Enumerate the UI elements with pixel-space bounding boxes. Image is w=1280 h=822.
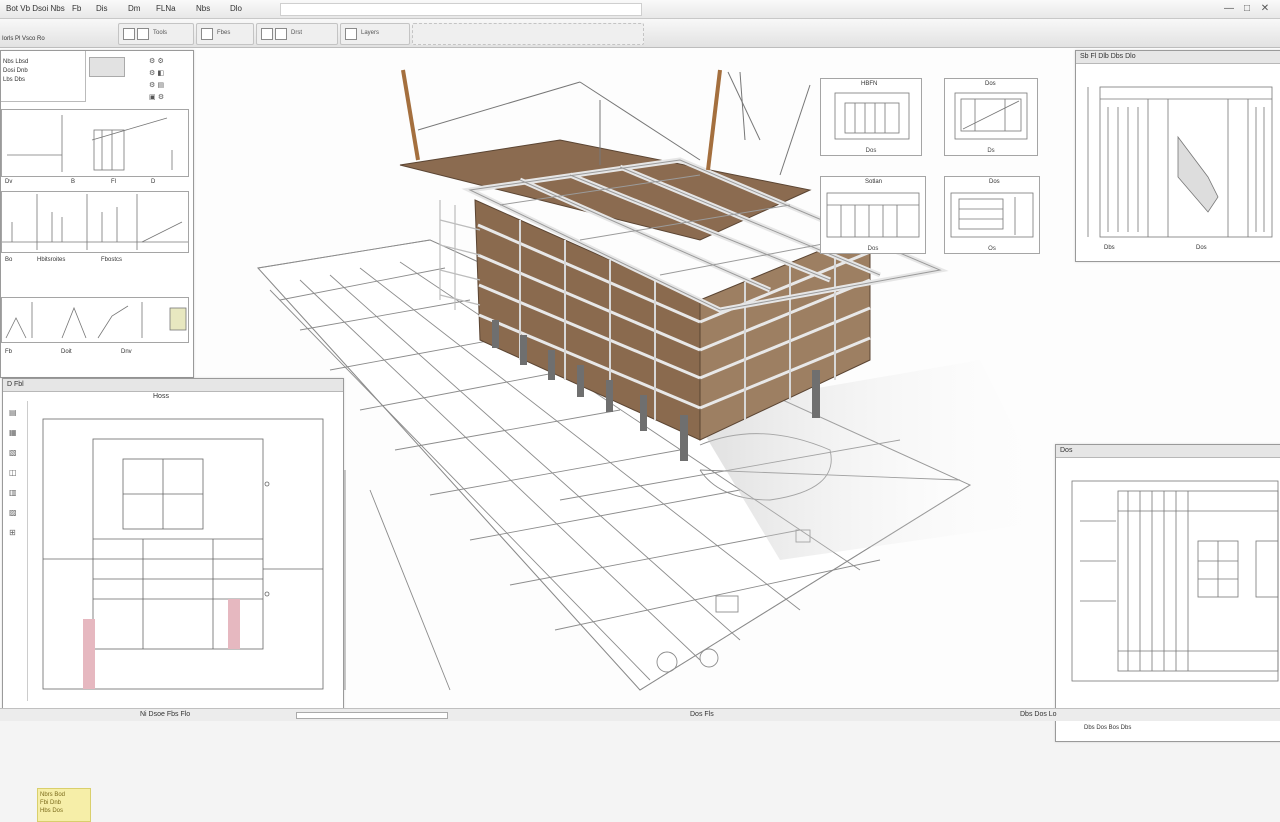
section-preview-1[interactable] [1, 109, 189, 177]
thumbnail-caption: Dos [865, 148, 877, 154]
preview-footer: Dv B Fl D [5, 179, 156, 185]
svg-text:⚙ ◧: ⚙ ◧ [149, 69, 164, 77]
window-title: Sb Fl Dlb Dbs Dlo [1076, 51, 1280, 64]
toolbar-group-label: Layers [361, 30, 380, 36]
svg-text:▦: ▦ [9, 428, 17, 437]
toolbar-group-empty [412, 23, 644, 45]
toolbar-group-fbes[interactable]: Fbes [196, 23, 254, 45]
status-left: Ni Dsoe Fbs Flo [140, 711, 191, 718]
toolbar-group-label: Fbes [217, 30, 231, 36]
menu-item-dis[interactable]: Dis [96, 4, 108, 13]
close-icon[interactable]: ✕ [1258, 2, 1272, 15]
thumbnail-caption: Ds [987, 148, 995, 154]
detail-window[interactable]: Dos Dbs Dos Bos Dbs [1055, 444, 1280, 742]
svg-text:▨: ▨ [9, 508, 17, 517]
maximize-icon[interactable]: □ [1240, 2, 1254, 15]
properties-panel: Nbs Lbsd Dosi Dnb Lbs Dbs ⚙ ⚙ ⚙ ◧ ⚙ ▤ ▣ ⚙ [0, 50, 194, 378]
move-icon[interactable] [137, 28, 149, 40]
property-row: Dosi Dnb [3, 68, 28, 74]
property-list: Nbs Lbsd Dosi Dnb Lbs Dbs [1, 51, 86, 102]
thumbnail-title: Dos [985, 81, 996, 87]
svg-text:▥: ▥ [9, 488, 17, 497]
menu-item-file[interactable]: Bot Vb Dsoi Nbs [6, 4, 65, 13]
notes-box[interactable]: Nbrs Bod Fbi Dnb Hbs Dos [37, 788, 91, 822]
menu-bar: Bot Vb Dsoi Nbs Fb Dis Dm FLNa Nbs Dlo —… [0, 0, 1280, 19]
minimize-icon[interactable]: — [1222, 2, 1236, 15]
svg-text:▤: ▤ [9, 408, 17, 417]
note-line: Fbi Dnb [40, 800, 62, 806]
note-line: Nbrs Bod [40, 792, 66, 798]
window-title: Dos [1056, 445, 1280, 458]
bottom-labels: Fb Doit Dnv [5, 349, 132, 355]
property-row: Lbs Dbs [3, 77, 26, 83]
panel-footer-right: Dos [1196, 245, 1207, 251]
thumbnail-caption: Os [988, 246, 996, 252]
panel-footer: Dbs Dos Bos Dbs [1084, 725, 1132, 731]
layers-icon[interactable] [345, 28, 357, 40]
thumbnail-title: Dos [989, 179, 1000, 185]
status-bar: Ni Dsoe Fbs Flo Dos Fls Dbs Dos Lo [0, 708, 1280, 721]
svg-text:⚙ ⚙: ⚙ ⚙ [149, 57, 164, 65]
section-preview-3[interactable] [1, 297, 189, 343]
svg-text:⚙ ▤: ⚙ ▤ [149, 81, 164, 89]
elevation-window[interactable]: Sb Fl Dlb Dbs Dlo Dbs Dos [1075, 50, 1280, 262]
property-row: Nbs Lbsd [3, 59, 29, 65]
progress-field [296, 712, 448, 719]
menu-item-flna[interactable]: FLNa [156, 4, 176, 13]
menu-item-dlo[interactable]: Dlo [230, 4, 242, 13]
svg-text:▣ ⚙: ▣ ⚙ [149, 93, 164, 101]
menu-item-dm[interactable]: Dm [128, 4, 140, 13]
status-middle: Dos Fls [690, 711, 714, 718]
view-thumbnail-2[interactable]: Dos Ds [944, 78, 1038, 156]
thumbnail-title: HBFN [861, 81, 878, 87]
note-line: Hbs Dos [40, 808, 64, 814]
menu-item-nbs[interactable]: Nbs [196, 4, 210, 13]
thumbnail-title: Sotlan [865, 179, 883, 185]
svg-text:◫: ◫ [9, 468, 17, 477]
section-labels: Bo Hbitsroites Fbostcs [5, 257, 123, 263]
toolbar-group-label: Tools [153, 30, 168, 36]
menu-item-fb[interactable]: Fb [72, 4, 81, 13]
toolbar-group-drst[interactable]: Drst [256, 23, 338, 45]
panel-footer-left: Dbs [1104, 245, 1115, 251]
status-right: Dbs Dos Lo [1020, 711, 1057, 718]
ribbon-toolbar: Iorls Pl Vsco Ro Tools Fbes Drst Layers [0, 19, 1280, 48]
line-icon[interactable] [201, 28, 213, 40]
swatch-preview[interactable] [89, 57, 125, 77]
floor-plan-drawing[interactable] [33, 409, 333, 699]
toolbar-group-layers[interactable]: Layers [340, 23, 410, 45]
select-icon[interactable] [123, 28, 135, 40]
drawing-canvas[interactable]: Nbs Lbsd Dosi Dnb Lbs Dbs ⚙ ⚙ ⚙ ◧ ⚙ ▤ ▣ ⚙ [0, 48, 1280, 822]
elevation-drawing[interactable] [1078, 67, 1278, 247]
document-tab-strip[interactable] [280, 3, 642, 16]
toolbar-group-label: Drst [291, 30, 302, 36]
rectangle-icon[interactable] [261, 28, 273, 40]
view-thumbnail-3[interactable]: Sotlan Dos [820, 176, 926, 254]
svg-text:⊞: ⊞ [9, 528, 16, 537]
thumbnail-caption: Dos [867, 246, 879, 252]
floor-plan-window[interactable]: D Fbl Hoss ▤ ▦ ▧ ◫ ▥ ▨ ⊞ Nbrs Bod Fbi Dn… [2, 378, 344, 822]
tool-palette[interactable]: ⚙ ⚙ ⚙ ◧ ⚙ ▤ ▣ ⚙ [145, 53, 189, 101]
svg-text:▧: ▧ [9, 448, 17, 457]
toolbar-group-tools[interactable]: Tools [118, 23, 194, 45]
detail-drawing[interactable] [1058, 461, 1280, 721]
toolbar-label: Iorls Pl Vsco Ro [2, 36, 45, 42]
window-title: D Fbl [3, 379, 343, 392]
plan-side-toolbar[interactable]: ▤ ▦ ▧ ◫ ▥ ▨ ⊞ [5, 401, 28, 701]
circle-icon[interactable] [275, 28, 287, 40]
plan-header: Hoss [153, 393, 169, 400]
view-thumbnail-1[interactable]: HBFN Dos [820, 78, 922, 156]
view-thumbnail-4[interactable]: Dos Os [944, 176, 1040, 254]
section-preview-2[interactable] [1, 191, 189, 253]
